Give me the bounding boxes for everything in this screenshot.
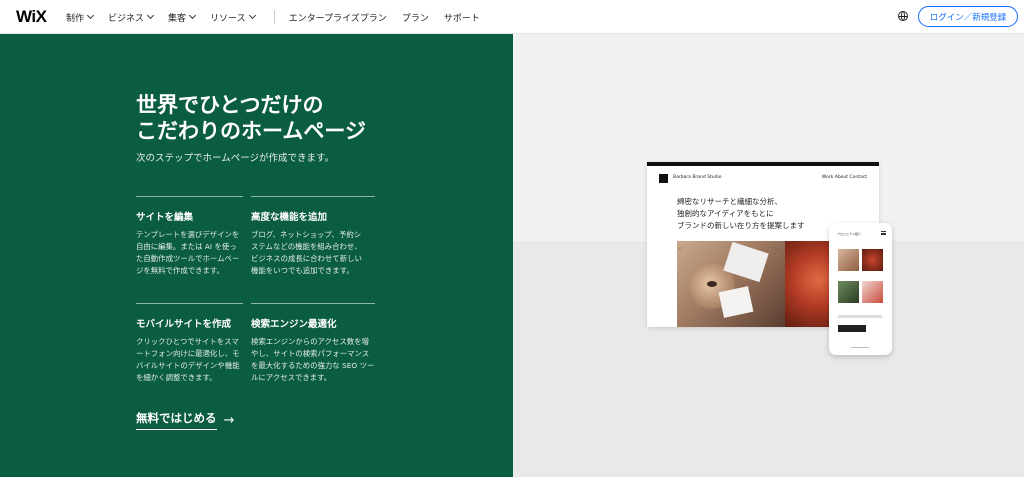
preview-logo [659, 174, 668, 183]
top-nav: WiX 制作 ビジネス 集客 リソース エンタープライズプラン プラン サポート… [0, 0, 1024, 34]
nav-link-plans[interactable]: プラン [402, 11, 429, 24]
feature-text: 検索エンジンからのアクセス数を増 やし、サイトの検索パフォーマンス を最大化する… [251, 337, 375, 382]
feature-title: サイトを編集 [136, 212, 194, 223]
chevron-down-icon [146, 11, 155, 20]
preview-nav-links: Work About Contact [821, 175, 867, 180]
feature-title: モバイルサイトを作成 [136, 319, 232, 330]
phone-button [838, 325, 866, 332]
nav-item-marketing[interactable]: 集客 [168, 11, 197, 24]
browser-bar [647, 162, 879, 166]
feature-divider [136, 196, 243, 197]
feature-divider [251, 196, 375, 197]
nav-item-label: 制作 [66, 13, 85, 24]
feature-seo: 検索エンジン最適化 検索エンジンからのアクセス数を増 やし、サイトの検索パフォー… [251, 303, 375, 384]
phone-tile [862, 281, 883, 303]
chevron-down-icon [248, 11, 256, 20]
chevron-down-icon [86, 11, 95, 20]
nav-item-business[interactable]: ビジネス [108, 11, 155, 24]
hero-panel: 世界でひとつだけの こだわりのホームページ 次のステップでホームページが作成でき… [0, 34, 513, 477]
feature-add-functions: 高度な機能を追加 ブログ、ネットショップ、予約シ ステムなどの機能を組み合わせ、… [251, 196, 375, 277]
nav-link-enterprise[interactable]: エンタープライズプラン [289, 11, 387, 24]
preview-header: Barbara Brand Studio Work About Contact [659, 174, 867, 186]
phone-tile [838, 249, 859, 271]
phone-text-line [838, 315, 882, 318]
preview-brand: Barbara Brand Studio [673, 175, 722, 180]
feature-title: 検索エンジン最適化 [251, 319, 337, 330]
hero-title-line-2: こだわりのホームページ [136, 119, 366, 143]
eye-shape [707, 281, 717, 287]
hamburger-icon [881, 231, 886, 235]
nav-item-label: リソース [210, 13, 246, 24]
start-free-label: 無料ではじめる [136, 410, 217, 430]
globe-icon[interactable] [898, 11, 908, 21]
nav-item-label: ビジネス [108, 13, 145, 24]
feature-mobile-site: モバイルサイトを作成 クリックひとつでサイトをスマ ートフォン向けに最適化し、モ… [136, 303, 244, 384]
start-free-link[interactable]: 無料ではじめる → [136, 410, 234, 430]
chevron-down-icon [189, 11, 197, 20]
hero-title-line-1: 世界でひとつだけの [136, 93, 324, 117]
feature-text: ブログ、ネットショップ、予約シ ステムなどの機能を組み合わせ、 ビジネスの成長に… [251, 230, 362, 275]
phone-home-indicator [851, 347, 869, 348]
chevron-left-icon: ‹ [679, 246, 681, 252]
product-box [718, 286, 754, 318]
preview-copy: 綿密なリサーチと繊細な分析、 独創的なアイディアをもとに ブランドの新しい在り方… [677, 197, 805, 230]
preview-product-image [677, 241, 785, 327]
mobile-site-preview: プロジェクト紹介 [829, 223, 892, 355]
chevron-right-icon: › [775, 246, 777, 252]
phone-title: プロジェクト紹介 [837, 232, 862, 236]
nav-divider [273, 10, 275, 24]
nav-item-resources[interactable]: リソース [210, 11, 256, 24]
feature-title: 高度な機能を追加 [251, 212, 328, 223]
wix-logo[interactable]: WiX [16, 7, 47, 27]
phone-tile [838, 281, 859, 303]
hero-title: 世界でひとつだけの こだわりのホームページ [136, 92, 366, 144]
nav-item-label: 集客 [168, 13, 187, 24]
login-signup-button[interactable]: ログイン／新規登録 [918, 6, 1018, 27]
nav-link-support[interactable]: サポート [444, 11, 480, 24]
nav-item-create[interactable]: 制作 [66, 11, 95, 24]
arrow-right-icon: → [223, 412, 235, 428]
feature-divider [251, 303, 375, 304]
feature-divider [136, 303, 243, 304]
feature-text: テンプレートを選びデザインを 自由に編集。または AI を使っ た自動作成ツール… [136, 230, 240, 275]
showcase-panel: Barbara Brand Studio Work About Contact … [513, 34, 1024, 477]
nav-menu: 制作 ビジネス 集客 リソース エンタープライズプラン プラン サポート [66, 0, 495, 34]
phone-tile [862, 249, 883, 271]
feature-text: クリックひとつでサイトをスマ ートフォン向けに最適化し、モ バイルサイトのデザイ… [136, 337, 240, 382]
feature-edit-site: サイトを編集 テンプレートを選びデザインを 自由に編集。または AI を使っ た… [136, 196, 244, 277]
hero-subtitle: 次のステップでホームページが作成できます。 [136, 153, 335, 164]
